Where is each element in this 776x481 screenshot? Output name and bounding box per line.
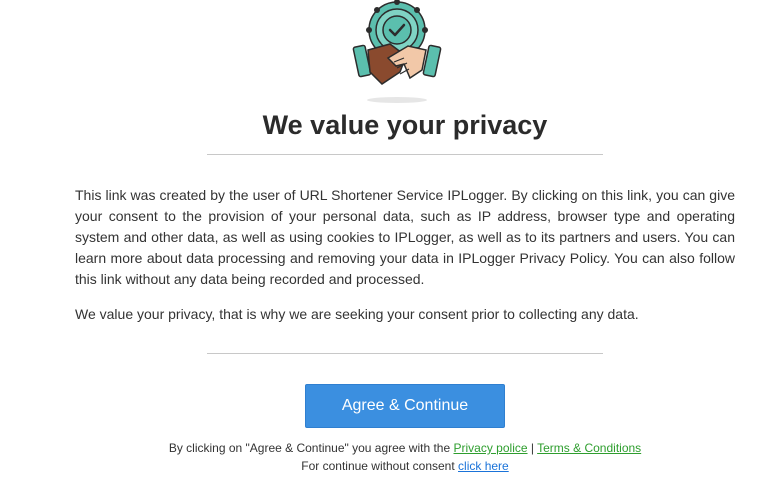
agreement-note-text: By clicking on "Agree & Continue" you ag… [168,441,451,455]
consent-description: This link was created by the user of URL… [75,187,735,287]
handshake-badge-icon [352,0,442,103]
divider-bottom [207,353,603,354]
divider-top [207,154,603,155]
agreement-note: By clicking on "Agree & Continue" you ag… [0,441,776,455]
terms-conditions-link[interactable]: Terms & Conditions [537,441,641,455]
no-consent-note: For continue without consent click here [0,459,776,473]
privacy-policy-link[interactable]: Privacy police [454,441,528,455]
consent-page: We value your privacy This link was crea… [0,0,776,481]
page-title: We value your privacy [262,110,548,140]
privacy-statement: We value your privacy, that is why we ar… [75,306,639,322]
click-here-link[interactable]: click here [458,459,509,473]
link-separator: | [530,441,534,455]
agree-continue-button[interactable]: Agree & Continue [305,384,505,428]
no-consent-text: For continue without consent [301,459,455,473]
